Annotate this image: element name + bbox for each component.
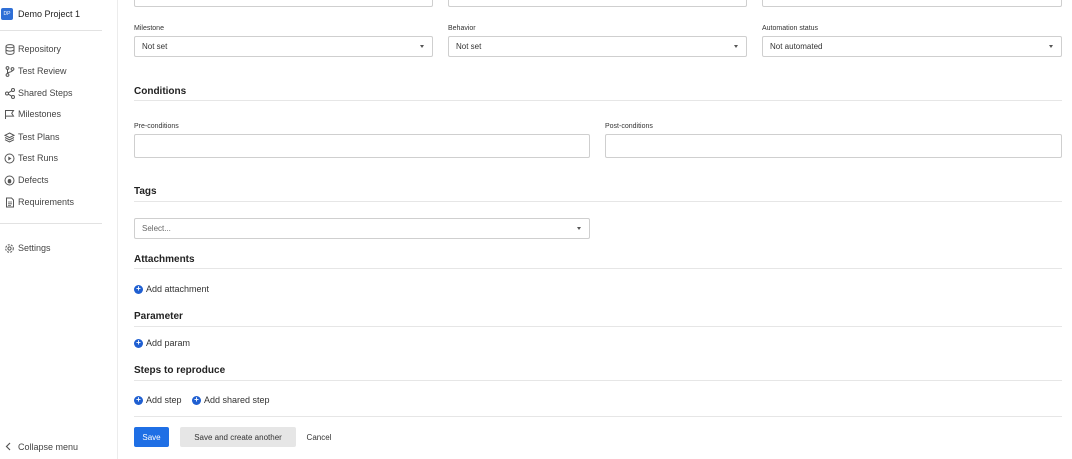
git-branch-icon xyxy=(3,65,16,78)
add-shared-step-label: Add shared step xyxy=(204,395,270,405)
collapse-menu-label: Collapse menu xyxy=(18,442,79,452)
sidebar-item-label: Requirements xyxy=(18,197,75,207)
sidebar-item-label: Test Runs xyxy=(18,153,59,163)
add-attachment-label: Add attachment xyxy=(146,284,210,294)
play-circle-icon xyxy=(3,152,16,165)
cancel-button[interactable]: Cancel xyxy=(302,427,336,447)
sidebar-divider xyxy=(0,30,102,31)
caret-down-icon xyxy=(734,45,738,48)
section-divider xyxy=(134,201,1062,202)
save-button[interactable]: Save xyxy=(134,427,169,447)
milestone-select[interactable]: Not set xyxy=(134,36,433,57)
pre-conditions-input[interactable] xyxy=(134,134,590,158)
tags-select[interactable]: Select... xyxy=(134,218,590,239)
save-and-create-another-button[interactable]: Save and create another xyxy=(180,427,296,447)
project-badge: DP xyxy=(1,8,13,20)
plus-circle-icon: + xyxy=(134,338,143,348)
sidebar-item-label: Test Review xyxy=(18,66,67,76)
add-step-button[interactable]: + Add step xyxy=(134,395,182,405)
conditions-title: Conditions xyxy=(134,86,187,97)
milestone-label: Milestone xyxy=(134,25,164,32)
sidebar-item-test-plans[interactable]: Test Plans xyxy=(0,129,110,145)
flag-icon xyxy=(3,108,16,121)
post-conditions-label: Post-conditions xyxy=(605,123,653,130)
section-divider xyxy=(134,326,1062,327)
automation-status-value: Not automated xyxy=(770,42,823,51)
sidebar: DP Demo Project 1 Repository Test Review… xyxy=(0,0,118,459)
top-field-2[interactable] xyxy=(448,0,747,7)
sidebar-item-repository[interactable]: Repository xyxy=(0,41,110,57)
parameter-title: Parameter xyxy=(134,311,183,322)
document-icon xyxy=(3,196,16,209)
layers-icon xyxy=(3,131,16,144)
share-icon xyxy=(3,87,16,100)
behavior-select[interactable]: Not set xyxy=(448,36,747,57)
attachments-title: Attachments xyxy=(134,254,195,265)
section-divider xyxy=(134,100,1062,101)
add-attachment-button[interactable]: + Add attachment xyxy=(134,284,209,294)
add-param-label: Add param xyxy=(146,338,191,348)
sidebar-item-label: Shared Steps xyxy=(18,88,73,98)
pre-conditions-label: Pre-conditions xyxy=(134,123,179,130)
sidebar-item-requirements[interactable]: Requirements xyxy=(0,194,110,210)
behavior-value: Not set xyxy=(456,42,482,51)
plus-circle-icon: + xyxy=(192,395,201,405)
section-divider xyxy=(134,380,1062,381)
sidebar-item-label: Test Plans xyxy=(18,132,60,142)
sidebar-item-label: Milestones xyxy=(18,109,62,119)
post-conditions-input[interactable] xyxy=(605,134,1062,158)
caret-down-icon xyxy=(420,45,424,48)
top-field-3[interactable] xyxy=(762,0,1062,7)
caret-down-icon xyxy=(577,227,581,230)
sidebar-item-label: Repository xyxy=(18,44,62,54)
sidebar-item-label: Settings xyxy=(18,243,51,253)
collapse-menu-button[interactable]: Collapse menu xyxy=(0,440,78,454)
add-step-label: Add step xyxy=(146,395,182,405)
milestone-value: Not set xyxy=(142,42,168,51)
project-name: Demo Project 1 xyxy=(18,9,81,19)
sidebar-item-test-review[interactable]: Test Review xyxy=(0,63,110,79)
database-icon xyxy=(3,43,16,56)
sidebar-divider xyxy=(0,223,102,224)
sidebar-item-defects[interactable]: Defects xyxy=(0,172,110,188)
tags-title: Tags xyxy=(134,186,157,197)
chevron-left-icon xyxy=(5,442,11,453)
steps-title: Steps to reproduce xyxy=(134,365,226,376)
top-field-1[interactable] xyxy=(134,0,433,7)
plus-circle-icon: + xyxy=(134,395,143,405)
project-switcher[interactable]: DP Demo Project 1 xyxy=(0,5,80,23)
plus-circle-icon: + xyxy=(134,284,143,294)
sidebar-item-test-runs[interactable]: Test Runs xyxy=(0,150,110,166)
add-shared-step-button[interactable]: + Add shared step xyxy=(192,395,270,405)
sidebar-item-settings[interactable]: Settings xyxy=(0,240,110,256)
bug-icon xyxy=(3,174,16,187)
sidebar-item-label: Defects xyxy=(18,175,49,185)
sidebar-item-milestones[interactable]: Milestones xyxy=(0,106,110,122)
tags-placeholder: Select... xyxy=(142,224,171,233)
caret-down-icon xyxy=(1049,45,1053,48)
automation-status-select[interactable]: Not automated xyxy=(762,36,1062,57)
section-divider xyxy=(134,416,1062,417)
sidebar-item-shared-steps[interactable]: Shared Steps xyxy=(0,85,110,101)
behavior-label: Behavior xyxy=(448,25,476,32)
section-divider xyxy=(134,268,1062,269)
add-param-button[interactable]: + Add param xyxy=(134,338,190,348)
gear-icon xyxy=(3,242,16,255)
automation-status-label: Automation status xyxy=(762,25,819,32)
